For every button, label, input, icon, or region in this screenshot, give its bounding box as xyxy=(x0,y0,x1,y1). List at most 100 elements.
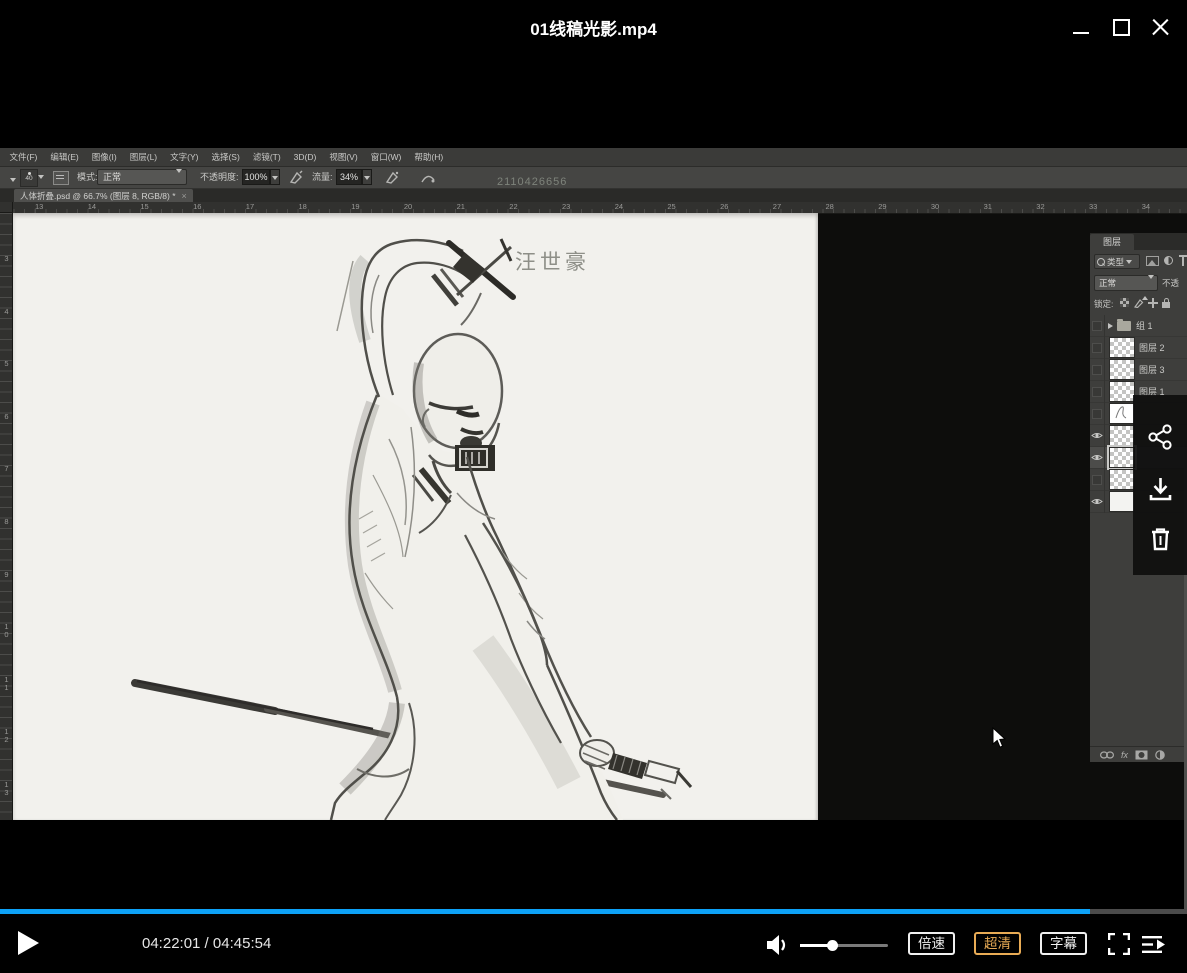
duration: 04:45:54 xyxy=(213,935,271,952)
ruler-top-number: 25 xyxy=(667,202,675,211)
play-icon[interactable] xyxy=(18,931,39,955)
subtitles-button[interactable]: 字幕 xyxy=(1040,932,1087,955)
fullscreen-icon[interactable] xyxy=(1108,933,1130,955)
folder-icon xyxy=(1117,321,1131,331)
opacity-field[interactable]: 100% xyxy=(242,169,270,185)
tool-preset-icon[interactable] xyxy=(2,171,16,184)
ruler-top-number: 16 xyxy=(193,202,201,211)
menu-item-9[interactable]: 窗口(W) xyxy=(364,148,408,167)
brush-size-arrow-icon[interactable] xyxy=(38,175,44,179)
menu-item-7[interactable]: 3D(D) xyxy=(287,148,323,167)
eye-well[interactable] xyxy=(1090,337,1105,359)
type-filter-icon[interactable] xyxy=(1179,255,1187,266)
titlebar: 01线稿光影.mp4 xyxy=(0,0,1187,60)
quality-button[interactable]: 超清 xyxy=(974,932,1021,955)
eye-well[interactable] xyxy=(1090,381,1105,403)
panel-toggle-icon[interactable] xyxy=(53,171,69,185)
layer-row-1[interactable]: 图层 2 xyxy=(1090,337,1187,359)
layer-thumbnail[interactable] xyxy=(1109,359,1135,380)
eye-well[interactable] xyxy=(1090,469,1105,491)
mask-icon[interactable] xyxy=(1135,750,1148,760)
trash-icon[interactable] xyxy=(1147,525,1174,552)
layer-thumbnail[interactable] xyxy=(1109,425,1135,446)
ps-canvas[interactable]: 汪世豪 xyxy=(13,213,818,820)
menu-item-4[interactable]: 文字(Y) xyxy=(164,148,205,167)
flow-field[interactable]: 34% xyxy=(336,169,362,185)
airbrush-icon[interactable] xyxy=(288,170,304,185)
lock-transparent-icon[interactable] xyxy=(1120,298,1129,307)
blend-mode-select[interactable]: 正常 xyxy=(1094,275,1158,291)
layer-thumbnail[interactable] xyxy=(1109,447,1135,468)
layer-row-0[interactable]: 组 1 xyxy=(1090,315,1187,337)
menu-item-1[interactable]: 编辑(E) xyxy=(44,148,85,167)
ruler-left-number: 8 xyxy=(2,517,11,525)
brush-size-picker[interactable]: 40 xyxy=(20,169,38,187)
tab-close-icon[interactable]: × xyxy=(182,191,187,201)
time-display: 04:22:01 / 04:45:54 xyxy=(142,914,271,973)
video-title: 01线稿光影.mp4 xyxy=(0,0,1187,60)
lock-image-icon[interactable] xyxy=(1134,298,1144,308)
layer-thumbnail[interactable] xyxy=(1109,491,1135,512)
lock-row: 锁定: xyxy=(1090,295,1187,313)
layer-thumbnail[interactable] xyxy=(1109,337,1135,358)
menu-item-8[interactable]: 视图(V) xyxy=(323,148,364,167)
opacity-label: 不透明度: xyxy=(200,167,239,188)
menu-item-0[interactable]: 文件(F) xyxy=(3,148,44,167)
eye-icon[interactable] xyxy=(1090,425,1105,447)
link-icon[interactable] xyxy=(1100,751,1114,759)
ruler-top-number: 18 xyxy=(299,202,307,211)
menu-item-2[interactable]: 图像(I) xyxy=(85,148,123,167)
speed-button[interactable]: 倍速 xyxy=(908,932,955,955)
volume-slider[interactable] xyxy=(800,944,888,947)
share-icon[interactable] xyxy=(1147,423,1174,450)
layers-tabstrip: 图层 xyxy=(1090,233,1187,250)
layer-thumbnail[interactable] xyxy=(1109,403,1135,424)
download-icon[interactable] xyxy=(1147,475,1174,502)
layer-row-2[interactable]: 图层 3 xyxy=(1090,359,1187,381)
menu-item-5[interactable]: 选择(S) xyxy=(205,148,246,167)
layer-thumbnail[interactable] xyxy=(1109,469,1135,490)
adjustment-icon[interactable] xyxy=(1155,750,1165,760)
ps-options-bar: 40 模式: 正常 不透明度: 100% 流量: 34% 2110426656 xyxy=(0,167,1187,189)
document-tab[interactable]: 人体折叠.psd @ 66.7% (图层 8, RGB/8) * × xyxy=(14,189,193,202)
volume-knob[interactable] xyxy=(827,940,838,951)
tab-layers[interactable]: 图层 xyxy=(1090,234,1134,250)
overlay-action-rail xyxy=(1133,395,1187,575)
maximize-icon[interactable] xyxy=(1108,14,1134,40)
adjustment-filter-icon[interactable] xyxy=(1164,256,1173,265)
lock-position-icon[interactable] xyxy=(1148,298,1158,308)
picture-filter-icon[interactable] xyxy=(1146,256,1159,266)
minimize-icon[interactable] xyxy=(1068,14,1094,40)
mode-select[interactable]: 正常 xyxy=(97,169,187,185)
fx-icon[interactable]: fx xyxy=(1121,750,1128,760)
eye-icon[interactable] xyxy=(1090,447,1105,469)
volume-icon[interactable] xyxy=(766,934,792,956)
ruler-left-number: 10 xyxy=(2,622,11,638)
layer-thumbnail[interactable] xyxy=(1109,381,1135,402)
menu-item-3[interactable]: 图层(L) xyxy=(123,148,163,167)
document-tab-title: 人体折叠.psd @ 66.7% (图层 8, RGB/8) * xyxy=(20,190,176,202)
ruler-top-number: 29 xyxy=(878,202,886,211)
flow-label: 流量: xyxy=(312,167,333,188)
playlist-icon[interactable] xyxy=(1142,935,1167,954)
opacity-arrow-icon[interactable] xyxy=(270,169,280,185)
flow-arrow-icon[interactable] xyxy=(362,169,372,185)
eye-well[interactable] xyxy=(1090,403,1105,425)
layers-filter-row: 类型 xyxy=(1090,252,1187,272)
filter-type-select[interactable]: 类型 xyxy=(1094,254,1140,269)
ruler-left-number: 7 xyxy=(2,464,11,472)
ruler-top-number: 22 xyxy=(509,202,517,211)
eye-well[interactable] xyxy=(1090,359,1105,381)
menu-item-10[interactable]: 帮助(H) xyxy=(408,148,450,167)
lock-all-icon[interactable] xyxy=(1162,298,1170,308)
pressure-icon[interactable] xyxy=(420,170,436,185)
group-caret-icon[interactable] xyxy=(1108,323,1113,329)
ruler-top-number: 19 xyxy=(351,202,359,211)
ruler-top-number: 17 xyxy=(246,202,254,211)
eye-well[interactable] xyxy=(1090,315,1105,337)
airbrush-icon[interactable] xyxy=(384,170,400,185)
ruler-left-number: 9 xyxy=(2,570,11,578)
close-icon[interactable] xyxy=(1148,14,1174,40)
eye-icon[interactable] xyxy=(1090,491,1105,513)
menu-item-6[interactable]: 滤镜(T) xyxy=(246,148,287,167)
